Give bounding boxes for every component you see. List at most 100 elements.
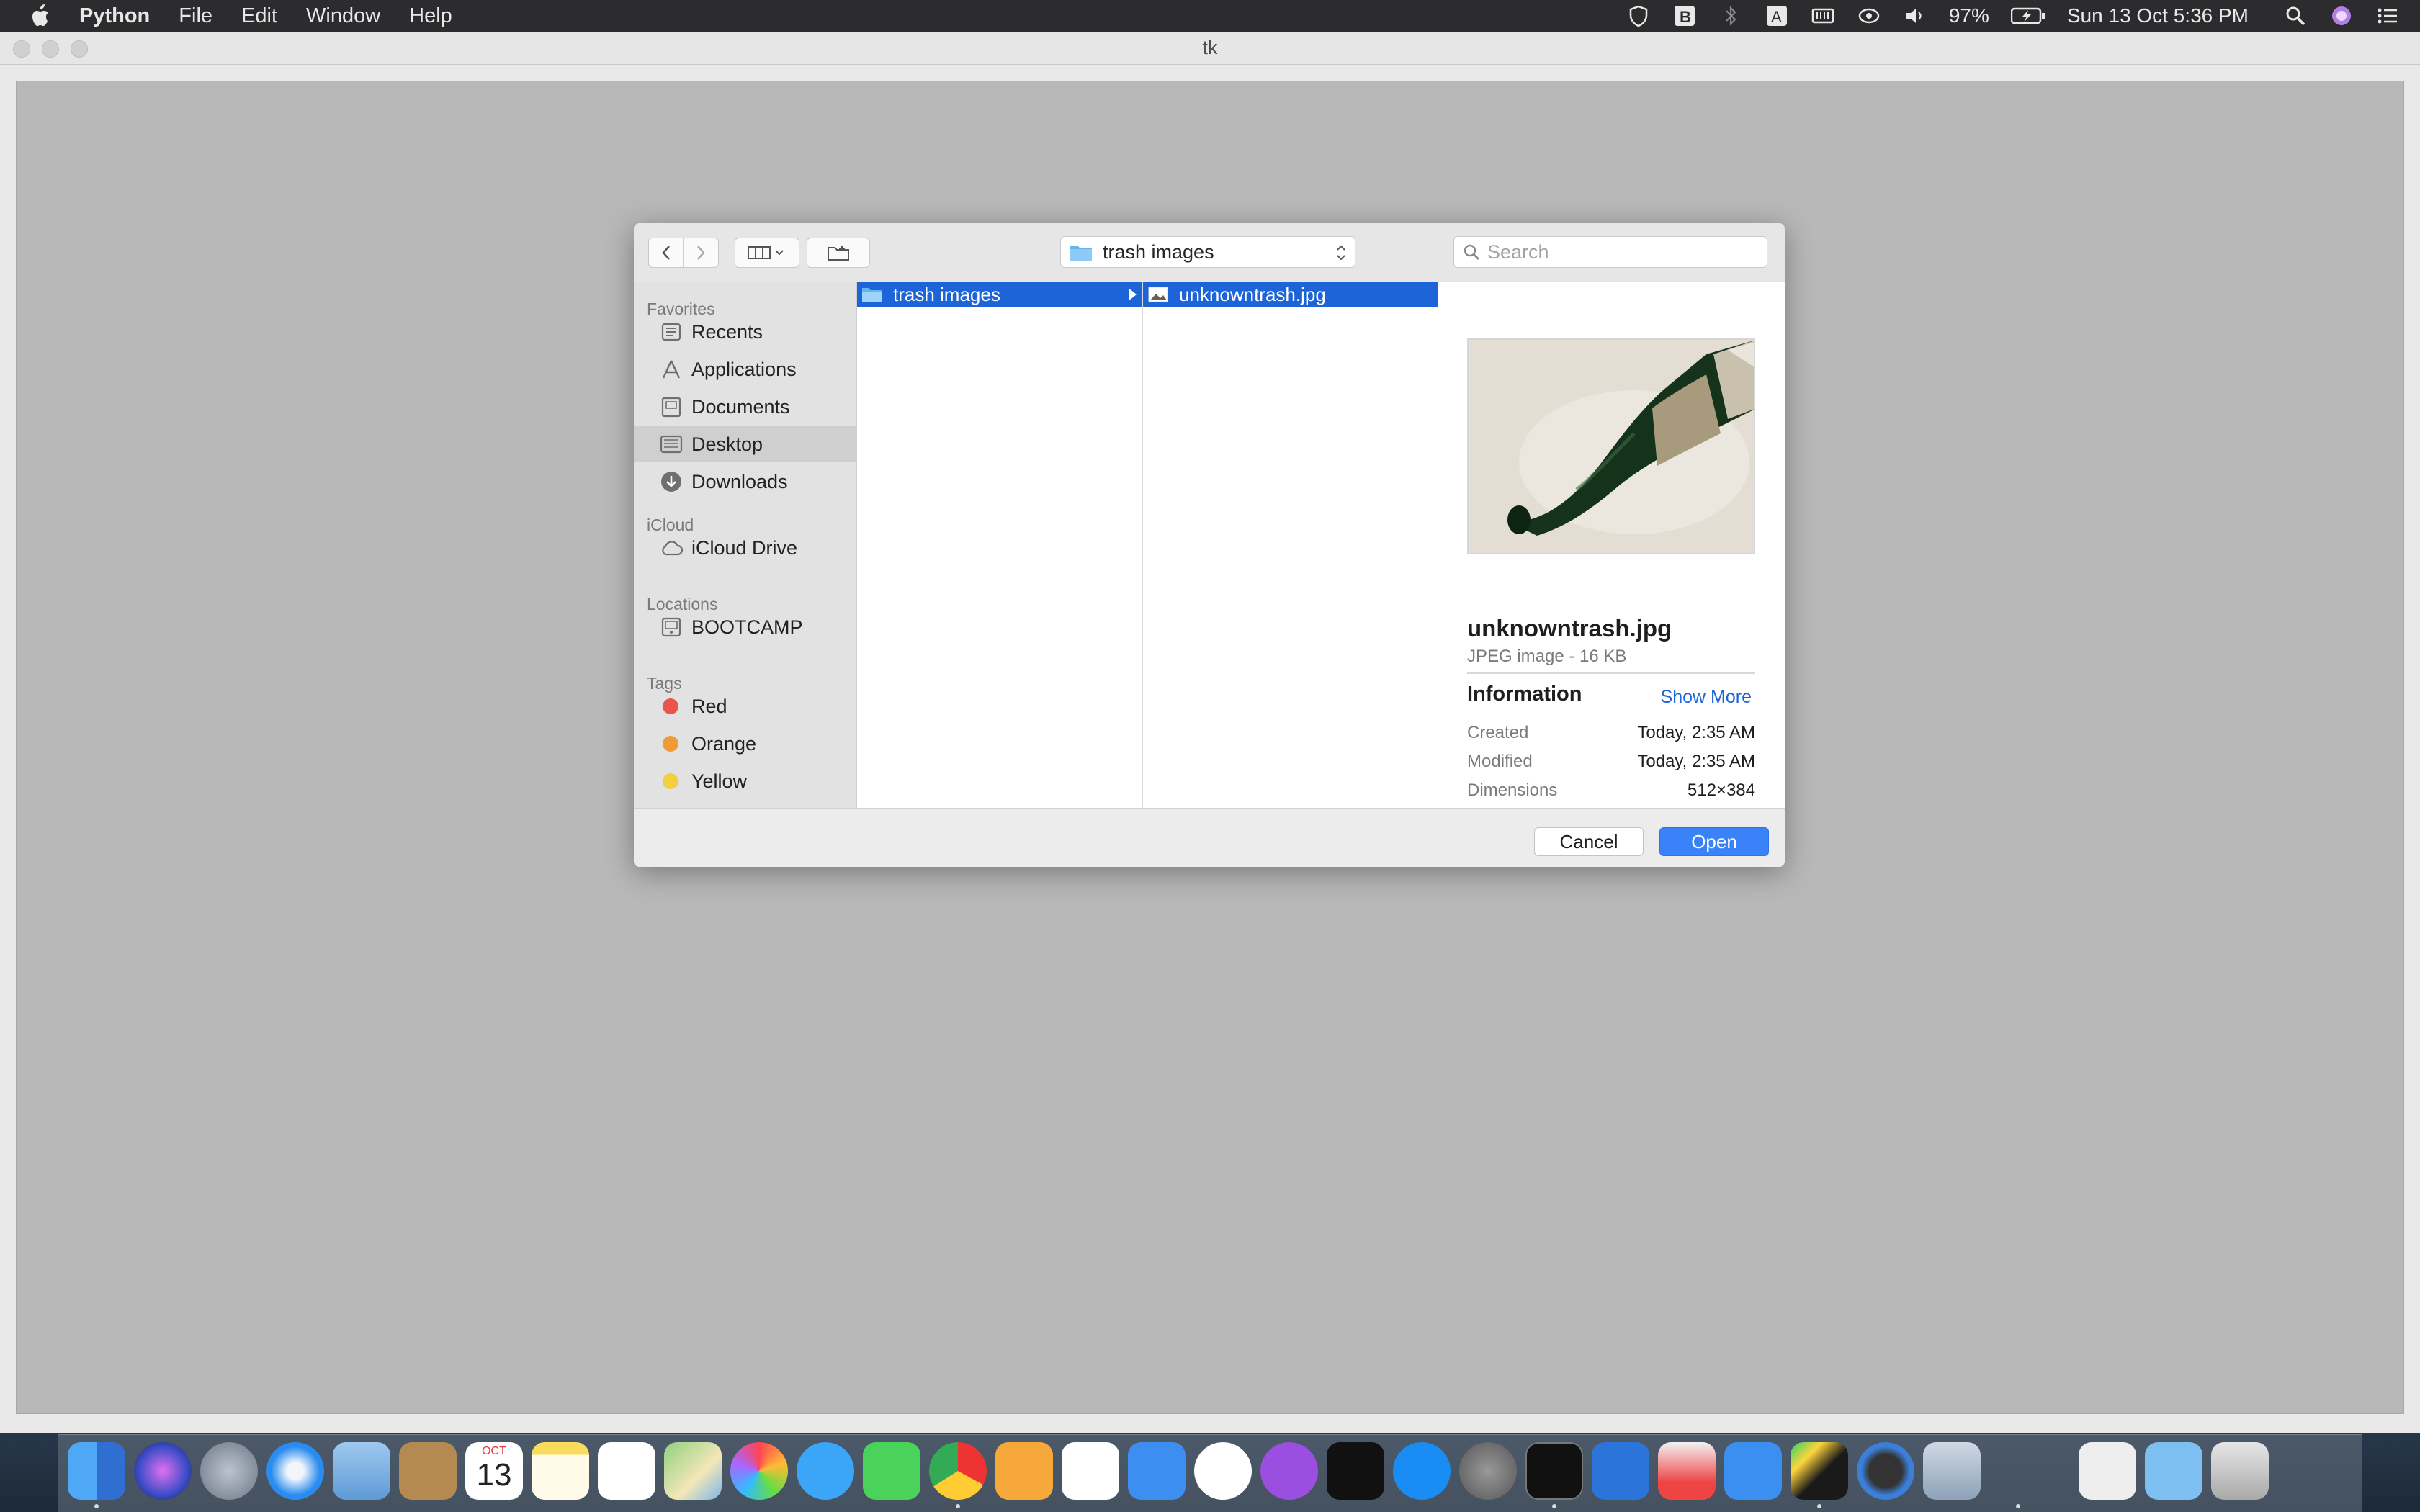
- contacts-icon[interactable]: [399, 1442, 457, 1500]
- running-indicator: [956, 1504, 960, 1508]
- sidebar-item-label: Desktop: [691, 433, 763, 455]
- terminal-icon[interactable]: [1525, 1442, 1583, 1500]
- memory-icon[interactable]: [1811, 5, 1835, 27]
- bold-b-icon[interactable]: B: [1672, 5, 1697, 27]
- mail-icon[interactable]: [333, 1442, 390, 1500]
- vpn-shield-icon[interactable]: [1626, 5, 1651, 27]
- image-file-icon: [1147, 286, 1169, 303]
- input-source-icon[interactable]: A: [1765, 5, 1789, 27]
- info-row-created: Created Today, 2:35 AM: [1467, 723, 1755, 743]
- xcode-icon[interactable]: [1592, 1442, 1649, 1500]
- forward-button[interactable]: [684, 238, 718, 267]
- pycharm-icon[interactable]: [1791, 1442, 1848, 1500]
- info-value: Today, 2:35 AM: [1637, 723, 1755, 742]
- rocket-icon[interactable]: [1989, 1442, 2047, 1500]
- messages-icon[interactable]: [797, 1442, 854, 1500]
- podcasts-icon[interactable]: [1260, 1442, 1318, 1500]
- reminders-icon[interactable]: [598, 1442, 655, 1500]
- app-store-icon[interactable]: [1393, 1442, 1451, 1500]
- sidebar-item-label: iCloud Drive: [691, 536, 798, 559]
- safari-icon[interactable]: [266, 1442, 324, 1500]
- desktop-icon: [658, 431, 684, 457]
- column-row-selected[interactable]: unknowntrash.jpg: [1143, 282, 1438, 307]
- volume-icon[interactable]: [1903, 5, 1927, 27]
- quicktime-icon[interactable]: [1857, 1442, 1914, 1500]
- preview-pane: unknowntrash.jpg JPEG image - 16 KB Info…: [1438, 282, 1785, 808]
- photos-icon[interactable]: [730, 1442, 788, 1500]
- system-preferences-icon[interactable]: [1459, 1442, 1517, 1500]
- finder-icon[interactable]: [68, 1442, 125, 1500]
- new-folder-button[interactable]: [807, 238, 870, 268]
- info-key: Dimensions: [1467, 780, 1558, 800]
- calendar-icon[interactable]: OCT 13: [465, 1442, 523, 1500]
- show-more-link[interactable]: Show More: [1661, 687, 1752, 708]
- preview-icon[interactable]: [1923, 1442, 1981, 1500]
- launchpad-icon[interactable]: [200, 1442, 258, 1500]
- cancel-button[interactable]: Cancel: [1534, 827, 1644, 856]
- dropbox-icon[interactable]: [1724, 1442, 1782, 1500]
- sidebar-item-desktop[interactable]: Desktop: [634, 426, 856, 462]
- updown-chevron-icon: [1337, 245, 1345, 261]
- sidebar-item-label: Recents: [691, 320, 763, 343]
- archive-icon[interactable]: [2079, 1442, 2136, 1500]
- sidebar-item-label: Orange: [691, 732, 757, 755]
- battery-icon[interactable]: [2010, 5, 2045, 27]
- siri-icon[interactable]: [134, 1442, 192, 1500]
- music-icon[interactable]: [1194, 1442, 1252, 1500]
- sidebar-tag-orange[interactable]: Orange: [634, 726, 856, 762]
- zoom-button[interactable]: [71, 40, 88, 58]
- clock[interactable]: Sun 13 Oct 5:36 PM: [2067, 4, 2249, 27]
- menu-file[interactable]: File: [179, 4, 212, 28]
- facetime-icon[interactable]: [863, 1442, 920, 1500]
- minimize-button[interactable]: [42, 40, 59, 58]
- wifi-icon[interactable]: [1857, 5, 1881, 27]
- info-row-modified: Modified Today, 2:35 AM: [1467, 752, 1755, 772]
- apple-icon[interactable]: [29, 4, 50, 28]
- folder-stack-icon[interactable]: [2145, 1442, 2202, 1500]
- close-button[interactable]: [13, 40, 30, 58]
- sidebar-item-documents[interactable]: Documents: [634, 389, 856, 425]
- notification-center-icon[interactable]: [2375, 5, 2400, 27]
- tv-icon[interactable]: [1327, 1442, 1384, 1500]
- menu-edit[interactable]: Edit: [241, 4, 277, 28]
- dialog-button-bar: Cancel Open: [634, 808, 1785, 867]
- maps-icon[interactable]: [664, 1442, 722, 1500]
- menu-help[interactable]: Help: [409, 4, 452, 28]
- siri-icon[interactable]: [2329, 5, 2354, 27]
- sidebar-tag-yellow[interactable]: Yellow: [634, 763, 856, 799]
- app-menu[interactable]: Python: [79, 4, 150, 28]
- info-value: Today, 2:35 AM: [1637, 752, 1755, 771]
- numbers-icon[interactable]: [1062, 1442, 1119, 1500]
- running-indicator: [94, 1504, 99, 1508]
- search-input[interactable]: Search: [1453, 236, 1767, 268]
- documents-icon: [658, 394, 684, 420]
- popcorn-icon[interactable]: [1658, 1442, 1716, 1500]
- view-mode-button[interactable]: [735, 238, 799, 268]
- column-row-selected[interactable]: trash images: [857, 282, 1142, 307]
- chrome-icon[interactable]: [929, 1442, 987, 1500]
- bluetooth-icon[interactable]: [1718, 5, 1743, 27]
- back-button[interactable]: [649, 238, 684, 267]
- pages-icon[interactable]: [995, 1442, 1053, 1500]
- sidebar-item-recents[interactable]: Recents: [634, 314, 856, 350]
- window-titlebar[interactable]: tk: [0, 32, 2420, 65]
- open-button[interactable]: Open: [1659, 827, 1769, 856]
- sidebar-item-icloud-drive[interactable]: iCloud Drive: [634, 530, 856, 566]
- sidebar-tag-red[interactable]: Red: [634, 688, 856, 724]
- svg-text:A: A: [1771, 8, 1782, 26]
- sidebar-item-applications[interactable]: Applications: [634, 351, 856, 387]
- folder-icon: [1070, 246, 1092, 261]
- chevron-left-icon: [661, 246, 670, 260]
- notes-icon[interactable]: [532, 1442, 589, 1500]
- sidebar-item-bootcamp[interactable]: BOOTCAMP: [634, 609, 856, 645]
- spotlight-icon[interactable]: [2283, 5, 2308, 27]
- sidebar-item-downloads[interactable]: Downloads: [634, 464, 856, 500]
- trash-icon[interactable]: [2211, 1442, 2269, 1500]
- browser-column-1: trash images: [857, 282, 1143, 808]
- location-popup[interactable]: trash images: [1060, 236, 1355, 268]
- sidebar-item-label: Red: [691, 695, 727, 717]
- menu-window[interactable]: Window: [306, 4, 380, 28]
- keynote-icon[interactable]: [1128, 1442, 1186, 1500]
- back-forward-group: [648, 238, 719, 268]
- tag-color-dot: [663, 736, 678, 752]
